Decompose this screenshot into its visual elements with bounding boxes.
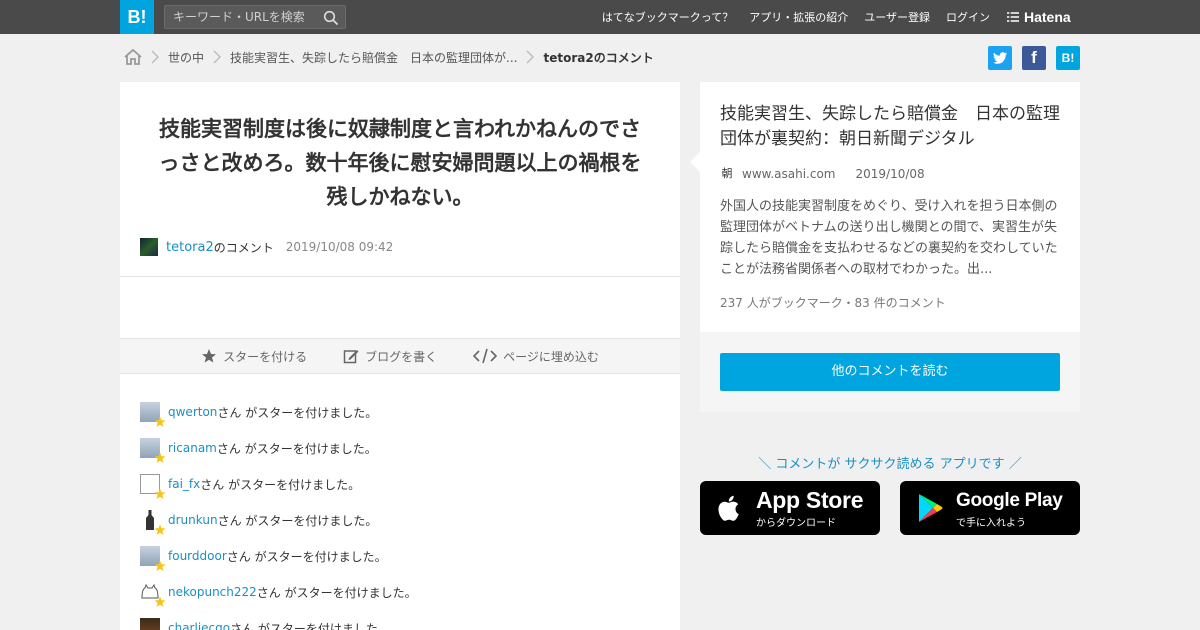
- entry-counts[interactable]: 237 人がブックマーク・83 件のコメント: [720, 294, 946, 311]
- avatar[interactable]: [140, 618, 160, 630]
- code-icon: [473, 348, 498, 364]
- list-item: charliecgo さん がスターを付けました。: [140, 610, 660, 630]
- nav-register[interactable]: ユーザー登録: [864, 9, 930, 25]
- star-suffix: さん がスターを付けました。: [230, 621, 390, 630]
- search-icon[interactable]: [323, 10, 339, 26]
- avatar[interactable]: [140, 546, 166, 571]
- comment-actions-bar: スターを付ける ブログを書く ページに埋め込む: [120, 338, 680, 374]
- header-nav: はてなブックマークって？ アプリ・拡張の紹介 ユーザー登録 ログイン: [602, 0, 990, 34]
- star-suffix: さん がスターを付けました。: [217, 513, 378, 528]
- star-icon: [154, 596, 166, 607]
- list-item: drunkun さん がスターを付けました。: [140, 502, 660, 538]
- star-icon: [154, 560, 166, 571]
- add-star-button[interactable]: スターを付ける: [201, 348, 307, 365]
- twitter-icon: [993, 52, 1007, 64]
- comment-datetime[interactable]: 2019/10/08 09:42: [286, 240, 394, 254]
- avatar[interactable]: [140, 510, 166, 535]
- chevron-right-icon: [151, 50, 159, 64]
- write-blog-button[interactable]: ブログを書く: [343, 348, 437, 365]
- search-box: [164, 5, 346, 29]
- embed-label: ページに埋め込む: [503, 349, 599, 364]
- star-user-link[interactable]: nekopunch222: [168, 585, 257, 599]
- star-list: qwerton さん がスターを付けました。 ricanam さん がスターを付…: [140, 394, 660, 630]
- star-user-link[interactable]: charliecgo: [168, 621, 230, 630]
- facebook-icon: f: [1031, 48, 1037, 67]
- entry-description: 外国人の技能実習制度をめぐり、受け入れを担う日本側の監理団体がベトナムの送り出し…: [720, 199, 1058, 277]
- hatena-bookmark-logo[interactable]: B!: [120, 0, 154, 34]
- entry-source: 朝 www.asahi.com 2019/10/08: [720, 166, 925, 182]
- nav-about[interactable]: はてなブックマークって？: [602, 9, 733, 25]
- star-suffix: さん がスターを付けました。: [216, 441, 377, 456]
- star-suffix: さん がスターを付けました。: [256, 585, 417, 600]
- search-input[interactable]: [165, 6, 315, 28]
- comment-meta: tetora2 のコメント 2019/10/08 09:42: [140, 238, 393, 256]
- avatar[interactable]: [140, 582, 166, 607]
- add-star-label: スターを付ける: [223, 349, 308, 364]
- avatar[interactable]: [140, 474, 166, 499]
- comment-card: 技能実習制度は後に奴隷制度と言われかねんのでさっさと改めろ。数十年後に慰安婦問題…: [120, 82, 680, 630]
- twitter-share-button[interactable]: [988, 46, 1012, 70]
- google-play-icon: [919, 494, 943, 522]
- google-play-label: Google Play: [956, 490, 1063, 511]
- star-suffix: さん がスターを付けました。: [226, 549, 387, 564]
- chevron-right-icon: [526, 50, 535, 64]
- star-suffix: さん がスターを付けました。: [200, 477, 361, 492]
- list-item: qwerton さん がスターを付けました。: [140, 394, 660, 430]
- entry-footer: 他のコメントを読む: [700, 332, 1080, 412]
- comment-text: 技能実習制度は後に奴隷制度と言われかねんのでさっさと改めろ。数十年後に慰安婦問題…: [158, 117, 642, 209]
- app-promo-text: ＼ コメントが サクサク読める アプリです ／: [758, 457, 1022, 472]
- edit-icon: [343, 350, 359, 364]
- divider: [120, 276, 680, 277]
- read-other-comments-button[interactable]: 他のコメントを読む: [720, 353, 1060, 391]
- app-store-label: App Store: [756, 487, 864, 513]
- star-icon: [154, 524, 166, 535]
- star-icon: [154, 416, 166, 427]
- breadcrumb-entry[interactable]: 技能実習生、失踪したら賠償金 日本の監理団体が...: [230, 49, 517, 66]
- google-play-sublabel: で手に入れよう: [956, 518, 1026, 529]
- star-icon: [154, 452, 166, 463]
- entry-card: 技能実習生、失踪したら賠償金 日本の監理団体が裏契約：朝日新聞デジタル 朝 ww…: [690, 82, 1080, 412]
- entry-title-link[interactable]: 技能実習生、失踪したら賠償金 日本の監理団体が裏契約：朝日新聞デジタル: [720, 102, 1065, 152]
- embed-button[interactable]: ページに埋め込む: [473, 348, 599, 365]
- breadcrumb-category[interactable]: 世の中: [168, 49, 204, 66]
- entry-domain[interactable]: www.asahi.com: [742, 167, 836, 181]
- list-item: fourddoor さん がスターを付けました。: [140, 538, 660, 574]
- hatena-brand-label: Hatena: [1024, 9, 1071, 25]
- app-store-sublabel: からダウンロード: [756, 518, 836, 529]
- home-icon[interactable]: [124, 49, 142, 65]
- google-play-button[interactable]: Google Play で手に入れよう: [900, 481, 1080, 535]
- breadcrumb: 世の中 技能実習生、失踪したら賠償金 日本の監理団体が... tetora2のコ…: [124, 46, 654, 68]
- avatar[interactable]: [140, 238, 158, 256]
- breadcrumb-current: tetora2のコメント: [543, 50, 654, 65]
- star-user-link[interactable]: fourddoor: [168, 549, 227, 563]
- star-icon: [154, 488, 166, 499]
- avatar[interactable]: [140, 402, 166, 427]
- apple-icon: [718, 495, 739, 521]
- star-icon: [202, 349, 217, 363]
- hatena-share-button[interactable]: B!: [1056, 46, 1080, 70]
- star-user-link[interactable]: qwerton: [168, 405, 217, 419]
- top-navigation-bar: B! はてなブックマークって？ アプリ・拡張の紹介 ユーザー登録 ログイン Ha…: [0, 0, 1200, 34]
- star-user-link[interactable]: drunkun: [168, 513, 218, 527]
- star-user-link[interactable]: fai_fx: [168, 477, 200, 491]
- write-blog-label: ブログを書く: [365, 349, 438, 364]
- star-user-link[interactable]: ricanam: [168, 441, 217, 455]
- comment-user-link[interactable]: tetora2: [166, 240, 214, 255]
- chevron-right-icon: [213, 50, 222, 64]
- entry-date: 2019/10/08: [855, 167, 925, 181]
- hatena-mark-icon: [1007, 11, 1019, 23]
- comment-suffix: のコメント: [213, 240, 274, 255]
- list-item: ricanam さん がスターを付けました。: [140, 430, 660, 466]
- avatar[interactable]: [140, 438, 166, 463]
- star-suffix: さん がスターを付けました。: [217, 405, 378, 420]
- facebook-share-button[interactable]: f: [1022, 46, 1046, 70]
- nav-apps[interactable]: アプリ・拡張の紹介: [749, 9, 848, 25]
- nav-login[interactable]: ログイン: [946, 9, 990, 25]
- list-item: fai_fx さん がスターを付けました。: [140, 466, 660, 502]
- site-favicon: 朝: [721, 167, 733, 180]
- hatena-bookmark-icon: B!: [1061, 51, 1075, 65]
- hatena-brand-link[interactable]: Hatena: [1006, 8, 1071, 26]
- app-store-button[interactable]: App Store からダウンロード: [700, 481, 880, 535]
- list-item: nekopunch222 さん がスターを付けました。: [140, 574, 660, 610]
